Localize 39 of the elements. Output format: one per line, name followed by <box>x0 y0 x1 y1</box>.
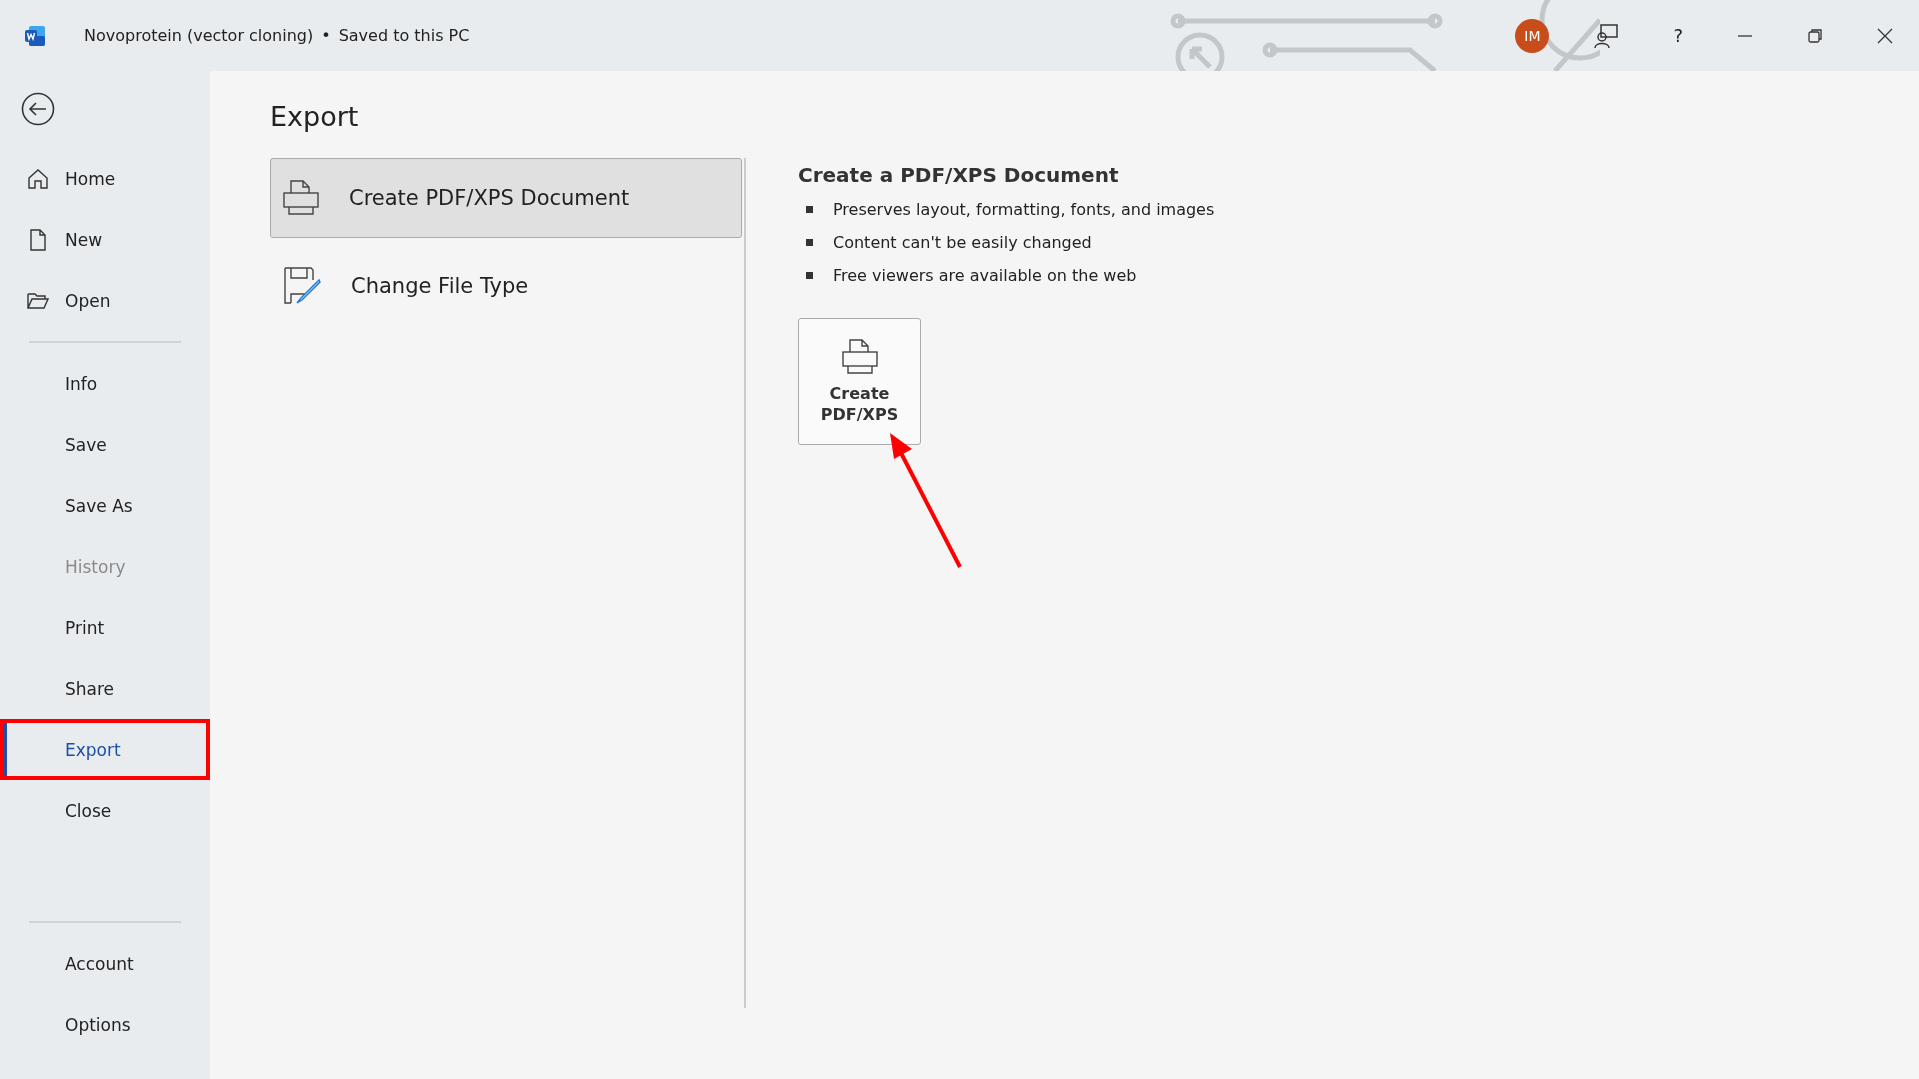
sidebar-item[interactable]: Account <box>0 933 210 994</box>
sidebar-item[interactable]: Home <box>0 148 210 209</box>
user-avatar[interactable]: IM <box>1515 18 1550 53</box>
word-app-icon <box>24 24 46 47</box>
sidebar-item[interactable]: Info <box>0 353 210 414</box>
sidebar-item[interactable]: Save <box>0 414 210 475</box>
bullet-icon <box>806 206 813 213</box>
bullet-icon <box>806 272 813 279</box>
sidebar-item[interactable]: Open <box>0 270 210 331</box>
bullet-icon <box>806 239 813 246</box>
export-option[interactable]: Create PDF/XPS Document <box>270 158 742 238</box>
close-icon[interactable] <box>1877 27 1893 44</box>
printer-icon <box>283 179 319 217</box>
document-icon <box>27 228 49 251</box>
sidebar-item[interactable]: Options <box>0 994 210 1055</box>
sidebar-item[interactable]: Save As <box>0 475 210 536</box>
sidebar-item[interactable]: Close <box>0 780 210 841</box>
create-pdf-xps-button[interactable]: Create PDF/XPS <box>798 318 921 445</box>
home-icon <box>27 167 49 190</box>
file-pen-icon <box>283 266 321 306</box>
sidebar-item-label: Home <box>65 168 116 189</box>
bullet-text: Content can't be easily changed <box>833 233 1092 252</box>
sidebar-item[interactable]: Export <box>0 719 210 780</box>
bullet-text: Preserves layout, formatting, fonts, and images <box>833 200 1215 219</box>
bullet-text: Free viewers are available on the web <box>833 266 1137 285</box>
sidebar-item[interactable]: New <box>0 209 210 270</box>
section-title: Create a PDF/XPS Document <box>798 163 1120 187</box>
title-separator: • <box>321 26 331 45</box>
document-title: Novoprotein (vector cloning) <box>84 26 314 45</box>
sidebar-item-label: Open <box>65 290 111 311</box>
sidebar-item-label: New <box>65 229 103 250</box>
export-option[interactable]: Change File Type <box>270 246 742 326</box>
help-button[interactable]: ? <box>1673 25 1683 46</box>
save-status: Saved to this PC <box>338 26 470 45</box>
page-title: Export <box>270 101 360 132</box>
restore-icon[interactable] <box>1807 27 1823 44</box>
feedback-icon[interactable] <box>1593 22 1620 49</box>
sidebar-item[interactable]: Share <box>0 658 210 719</box>
sidebar-item[interactable]: Print <box>0 597 210 658</box>
